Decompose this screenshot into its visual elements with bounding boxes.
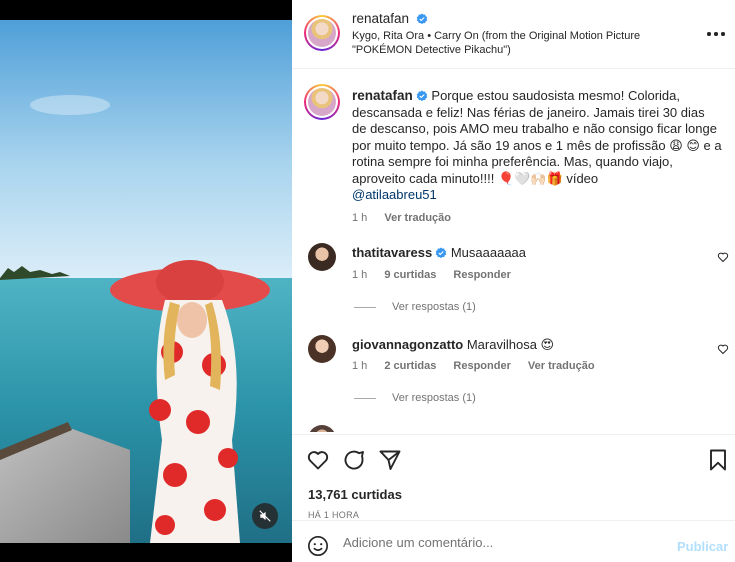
comments-list[interactable]: renatafan Porque estou saudosista mesmo!… bbox=[292, 70, 735, 432]
caption-username[interactable]: renatafan bbox=[352, 88, 413, 103]
audio-track-link[interactable]: Kygo, Rita Ora • Carry On (from the Orig… bbox=[352, 29, 672, 57]
verified-badge-icon bbox=[416, 90, 428, 102]
caption-mention-link[interactable]: @atilaabreu51 bbox=[352, 187, 437, 202]
publish-button[interactable]: Publicar bbox=[677, 539, 728, 554]
verified-badge-icon bbox=[435, 247, 447, 259]
comment-text: Maravilhosa 😍 bbox=[466, 337, 555, 352]
comment-input[interactable] bbox=[343, 531, 653, 553]
comment-meta: 1 h 9 curtidas Responder bbox=[352, 269, 511, 281]
author-avatar[interactable] bbox=[304, 15, 340, 51]
post-video[interactable] bbox=[0, 0, 292, 562]
like-heart-icon[interactable] bbox=[306, 448, 330, 472]
comment-reply-button[interactable]: Responder bbox=[453, 269, 510, 281]
comment-avatar[interactable] bbox=[308, 243, 336, 271]
comment-meta: 1 h 2 curtidas Responder Ver tradução bbox=[352, 360, 595, 372]
letterbox-bottom bbox=[0, 543, 292, 562]
post-header: renatafan Kygo, Rita Ora • Carry On (fro… bbox=[292, 0, 735, 69]
comment-row: giovannagonzatto Maravilhosa 😍 bbox=[352, 337, 554, 353]
comment-reply-button[interactable]: Responder bbox=[453, 360, 510, 372]
save-bookmark-icon[interactable] bbox=[706, 448, 730, 472]
comment-text: Musaaaaaaa bbox=[450, 245, 527, 260]
post-timestamp[interactable]: HÁ 1 HORA bbox=[308, 510, 359, 520]
share-send-icon[interactable] bbox=[378, 448, 402, 472]
caption-time[interactable]: 1 h bbox=[352, 212, 367, 224]
comment-likes[interactable]: 9 curtidas bbox=[384, 269, 436, 281]
post-caption: renatafan Porque estou saudosista mesmo!… bbox=[352, 88, 722, 226]
view-replies-label: Ver respostas (1) bbox=[392, 392, 476, 404]
letterbox-top bbox=[0, 0, 292, 20]
comment-time[interactable]: 1 h bbox=[352, 360, 367, 372]
author-username[interactable]: renatafan bbox=[352, 11, 409, 26]
comment-bubble-icon[interactable] bbox=[342, 448, 366, 472]
instagram-post: renatafan Kygo, Rita Ora • Carry On (fro… bbox=[0, 0, 735, 562]
comment-see-translation[interactable]: Ver tradução bbox=[528, 360, 595, 372]
post-side-panel: renatafan Kygo, Rita Ora • Carry On (fro… bbox=[292, 0, 735, 562]
likes-count[interactable]: 13,761 curtidas bbox=[308, 487, 402, 502]
audio-muted-icon[interactable] bbox=[252, 503, 278, 529]
comment-row: thatitavaress Musaaaaaaa bbox=[352, 245, 526, 260]
verified-badge-icon bbox=[416, 13, 428, 25]
comment-username[interactable]: thatitavaress bbox=[352, 245, 432, 260]
post-actions: 13,761 curtidas HÁ 1 HORA bbox=[292, 434, 735, 526]
like-comment-heart-icon[interactable] bbox=[717, 251, 729, 263]
caption-meta: 1 h Ver tradução bbox=[352, 210, 722, 227]
comment-username[interactable]: giovannagonzatto bbox=[352, 337, 463, 352]
comment-avatar[interactable] bbox=[308, 425, 336, 432]
view-replies-label: Ver respostas (1) bbox=[392, 301, 476, 313]
caption-see-translation[interactable]: Ver tradução bbox=[384, 212, 451, 224]
view-replies-button[interactable]: Ver respostas (1) bbox=[354, 301, 476, 313]
comment-avatar[interactable] bbox=[308, 335, 336, 363]
more-options-icon[interactable] bbox=[707, 24, 727, 44]
like-comment-heart-icon[interactable] bbox=[717, 343, 729, 355]
video-frame[interactable] bbox=[0, 20, 292, 543]
author-username-row: renatafan bbox=[352, 11, 428, 26]
comment-time[interactable]: 1 h bbox=[352, 269, 367, 281]
comment-likes[interactable]: 2 curtidas bbox=[384, 360, 436, 372]
add-comment-bar: Publicar bbox=[292, 520, 735, 562]
caption-author-avatar[interactable] bbox=[304, 84, 340, 120]
emoji-picker-icon[interactable] bbox=[307, 535, 329, 557]
view-replies-button[interactable]: Ver respostas (1) bbox=[354, 392, 476, 404]
